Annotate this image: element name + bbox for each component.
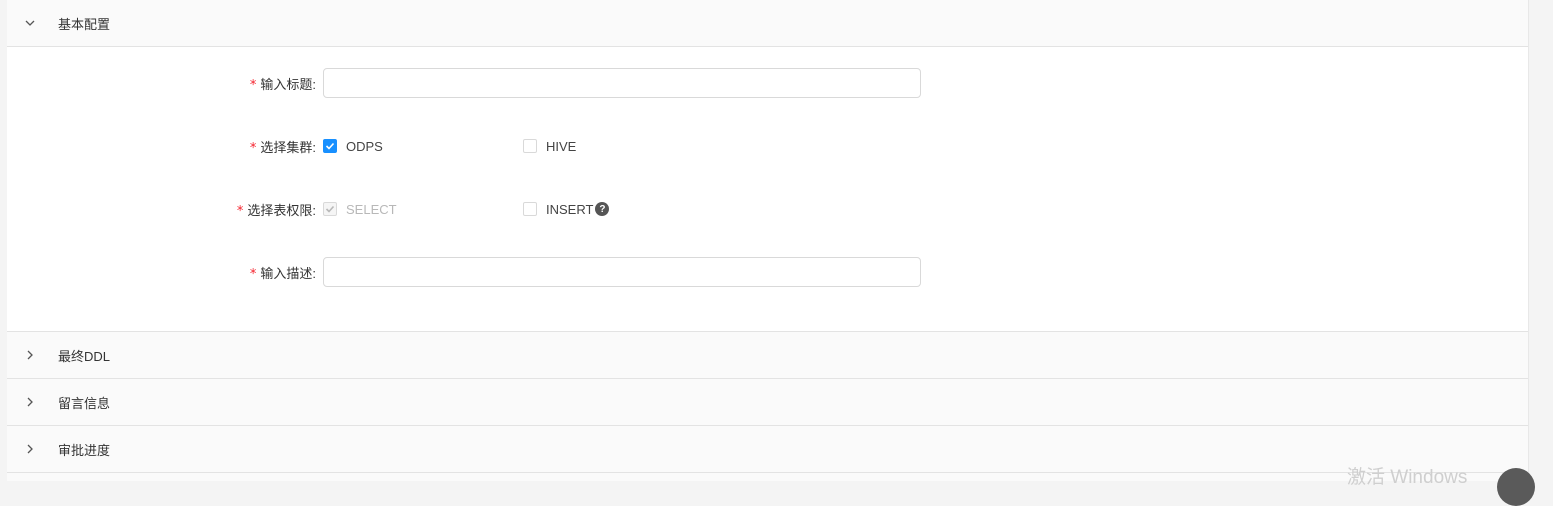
- permission-label: * 选择表权限:: [236, 202, 316, 219]
- checkbox-label: INSERT: [546, 201, 594, 217]
- floating-action-button[interactable]: [1497, 468, 1535, 506]
- help-icon[interactable]: ?: [595, 202, 610, 216]
- description-input[interactable]: [323, 257, 921, 287]
- panel-title: 最终DDL: [58, 348, 111, 364]
- chevron-down-icon: [24, 17, 36, 29]
- title-input[interactable]: [323, 68, 921, 98]
- panel-title: 留言信息: [58, 395, 111, 411]
- checkbox-hive[interactable]: HIVE: [523, 139, 576, 154]
- chevron-right-icon: [24, 396, 36, 408]
- form-row-title: * 输入标题:: [7, 67, 1528, 99]
- panel-title: 审批进度: [58, 442, 111, 458]
- checkbox-unchecked-icon[interactable]: [523, 202, 537, 216]
- form-row-cluster: * 选择集群: ODPS HIVE: [7, 130, 1528, 162]
- checkbox-insert[interactable]: INSERT ?: [523, 201, 610, 217]
- description-label: * 输入描述:: [249, 265, 316, 282]
- panel-header-final-ddl[interactable]: 最终DDL: [7, 332, 1528, 379]
- checkbox-label: ODPS: [346, 138, 383, 154]
- panel-title: 基本配置: [58, 16, 111, 32]
- checkbox-select: SELECT: [323, 202, 397, 217]
- windows-activation-watermark: 激活 Windows: [1347, 467, 1468, 488]
- panel-body-basic-config: * 输入标题: * 选择集群: ODPS HIVE * 选择表权限: SELEC…: [7, 47, 1528, 332]
- panel-header-basic-config[interactable]: 基本配置: [7, 0, 1528, 47]
- checkbox-label: HIVE: [546, 138, 577, 154]
- checkbox-label: SELECT: [346, 201, 397, 217]
- checkbox-unchecked-icon[interactable]: [523, 139, 537, 153]
- checkbox-odps[interactable]: ODPS: [323, 139, 383, 154]
- form-row-description: * 输入描述:: [7, 256, 1528, 288]
- cluster-label: * 选择集群:: [249, 139, 316, 156]
- form-row-permission: * 选择表权限: SELECT INSERT ?: [7, 193, 1528, 225]
- panel-header-messages[interactable]: 留言信息: [7, 379, 1528, 426]
- chevron-right-icon: [24, 443, 36, 455]
- title-label: * 输入标题:: [249, 76, 316, 93]
- checkbox-disabled-checked-icon: [323, 202, 337, 216]
- checkbox-checked-icon[interactable]: [323, 139, 337, 153]
- chevron-right-icon: [24, 349, 36, 361]
- collapse-container: 基本配置 *输入标题: *选择集群: ODPS HIVE *选择表权限:: [7, 0, 1529, 481]
- panel-header-approval-progress[interactable]: 审批进度: [7, 426, 1528, 473]
